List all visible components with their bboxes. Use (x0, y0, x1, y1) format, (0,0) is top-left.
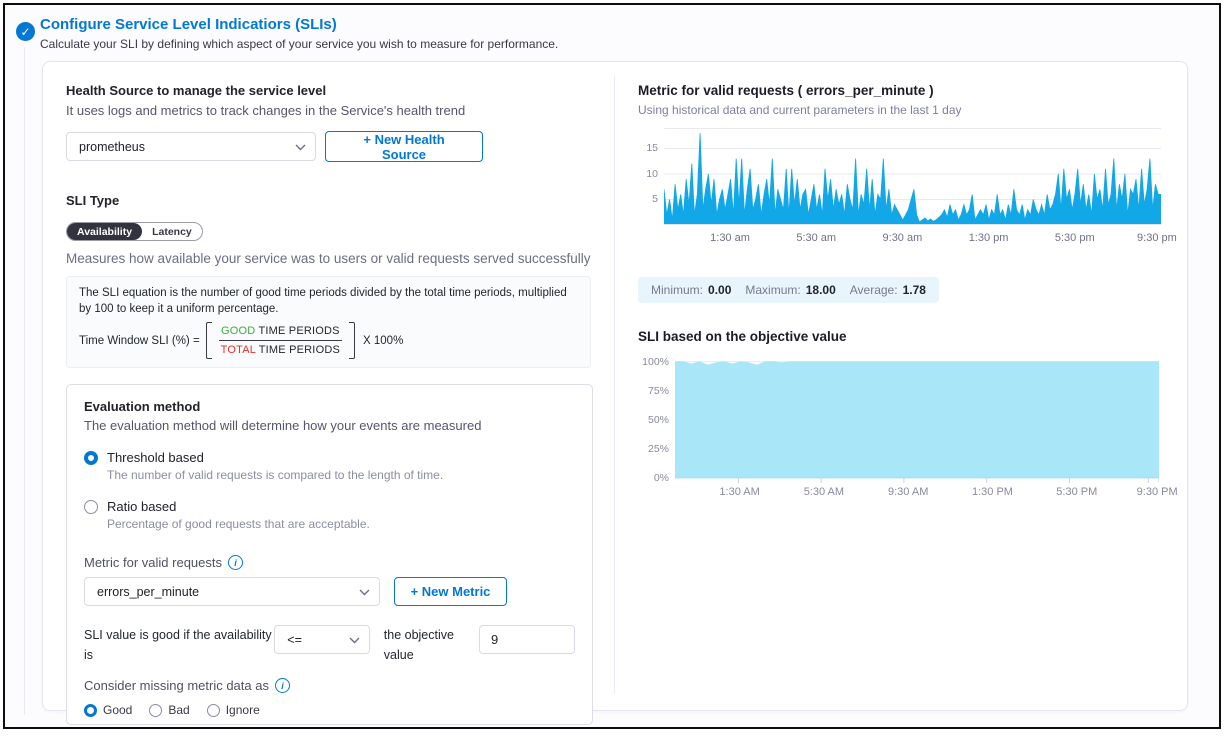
y-tick-label: 25% (648, 443, 669, 455)
metric-selected-value: errors_per_minute (97, 585, 199, 599)
step-rail-line (24, 47, 25, 715)
sli-type-heading: SLI Type (66, 193, 593, 208)
metric-chart-title: Metric for valid requests ( errors_per_m… (638, 83, 1168, 98)
maximum-label: Maximum: (745, 283, 800, 297)
metric-for-valid-requests-label: Metric for valid requests (84, 555, 222, 570)
total-time-periods-rest: TIME PERIODS (256, 344, 340, 356)
x-tick-label: 9:30 am (883, 232, 923, 244)
equation-lhs: Time Window SLI (%) = (79, 335, 200, 347)
threshold-based-radio[interactable] (84, 451, 98, 465)
x-tick-label: 9:30 pm (1137, 232, 1177, 244)
sli-equation-formula: Time Window SLI (%) = GOOD TIME PERIODS … (79, 322, 578, 359)
health-source-description: It uses logs and metrics to track change… (66, 103, 593, 118)
sli-chart-title: SLI based on the objective value (638, 329, 1168, 344)
new-metric-button[interactable]: + New Metric (394, 577, 507, 606)
evaluation-heading: Evaluation method (84, 399, 575, 414)
x-tick-label: 9:30 PM (1137, 486, 1178, 498)
metric-chart-yaxis: 5 10 15 (638, 128, 664, 260)
missing-good-label: Good (103, 703, 132, 717)
average-label: Average: (850, 283, 898, 297)
y-tick-label: 15 (646, 142, 658, 154)
window-frame: ✓ Configure Service Level Indicatiors (S… (3, 3, 1221, 729)
chevron-down-icon (359, 589, 370, 596)
stats-badge: Minimum: 0.00 Maximum: 18.00 Average: 1.… (638, 277, 939, 303)
equation-fraction: GOOD TIME PERIODS TOTAL TIME PERIODS (212, 322, 349, 359)
page-subtitle: Calculate your SLI by defining which asp… (40, 37, 558, 51)
x-tick-label: 5:30 am (796, 232, 836, 244)
objective-value-input[interactable] (479, 625, 575, 654)
sli-type-toggle: Availability Latency (66, 222, 203, 241)
info-icon[interactable]: i (228, 555, 243, 570)
minimum-value: 0.00 (708, 283, 731, 297)
ratio-based-description: Percentage of good requests that are acc… (107, 517, 575, 531)
y-tick-label: 100% (642, 356, 669, 368)
x-tick-label: 1:30 pm (969, 232, 1009, 244)
sli-config-card: Health Source to manage the service leve… (42, 61, 1188, 711)
left-column: Health Source to manage the service leve… (66, 62, 593, 725)
x-tick-label: 1:30 PM (972, 486, 1013, 498)
ratio-based-label: Ratio based (107, 499, 176, 514)
missing-ignore-label: Ignore (226, 703, 260, 717)
app-canvas: ✓ Configure Service Level Indicatiors (S… (7, 7, 1217, 725)
equation-rhs: X 100% (363, 335, 403, 347)
maximum-value: 18.00 (806, 283, 836, 297)
y-tick-label: 5 (652, 193, 658, 205)
metric-chart-plot[interactable] (664, 128, 1161, 230)
health-source-heading: Health Source to manage the service leve… (66, 83, 593, 98)
metric-select[interactable]: errors_per_minute (84, 577, 380, 606)
sli-chart-yaxis: 0% 25% 50% 75% 100% (638, 357, 675, 509)
info-icon[interactable]: i (275, 678, 290, 693)
chevron-down-icon (349, 637, 360, 644)
average-value: 1.78 (903, 283, 926, 297)
tab-latency[interactable]: Latency (142, 223, 202, 240)
evaluation-description: The evaluation method will determine how… (84, 418, 575, 433)
metric-chart: 5 10 15 1:30 am 5:30 am 9:30 am 1:30 pm 5:30 p… (638, 128, 1168, 260)
x-tick-label: 5:30 pm (1055, 232, 1095, 244)
bracket-right (349, 322, 355, 359)
sli-type-description: Measures how available your service was … (66, 251, 593, 266)
ratio-based-radio[interactable] (84, 500, 98, 514)
metric-chart-subtitle: Using historical data and current parame… (638, 103, 1168, 117)
operator-select[interactable]: <= (274, 625, 370, 654)
threshold-based-label: Threshold based (107, 450, 204, 465)
missing-good-radio[interactable] (84, 704, 97, 717)
column-divider (614, 76, 615, 694)
health-source-selected-value: prometheus (79, 140, 145, 154)
evaluation-method-card: Evaluation method The evaluation method … (66, 384, 593, 725)
new-health-source-button[interactable]: + New Health Source (325, 131, 483, 162)
minimum-label: Minimum: (651, 283, 703, 297)
total-time-periods-key: TOTAL (221, 344, 256, 356)
sli-chart-plot[interactable] (675, 357, 1159, 488)
x-tick-label: 1:30 am (710, 232, 750, 244)
y-tick-label: 0% (654, 472, 669, 484)
chevron-down-icon (295, 144, 306, 151)
x-tick-label: 5:30 AM (804, 486, 844, 498)
y-tick-label: 75% (648, 385, 669, 397)
x-tick-label: 5:30 PM (1056, 486, 1097, 498)
page-title: Configure Service Level Indicatiors (SLI… (40, 16, 337, 33)
sli-chart: 0% 25% 50% 75% 100% 1:30 AM 5:30 AM 9:30 AM 1:3… (638, 357, 1168, 509)
good-time-periods-key: GOOD (221, 325, 255, 337)
step-complete-check-icon: ✓ (16, 22, 35, 41)
missing-ignore-radio[interactable] (207, 704, 220, 717)
tab-availability[interactable]: Availability (67, 223, 142, 240)
missing-bad-label: Bad (168, 703, 189, 717)
y-tick-label: 10 (646, 168, 658, 180)
threshold-based-description: The number of valid requests is compared… (107, 468, 575, 482)
operator-selected-value: <= (287, 633, 302, 647)
sli-equation-box: The SLI equation is the number of good t… (66, 276, 591, 368)
x-tick-label: 1:30 AM (719, 486, 759, 498)
x-tick-label: 9:30 AM (888, 486, 928, 498)
missing-data-label: Consider missing metric data as (84, 678, 269, 693)
condition-prefix-label: SLI value is good if the availability is (84, 625, 274, 665)
health-source-select[interactable]: prometheus (66, 132, 316, 161)
sli-equation-intro: The SLI equation is the number of good t… (79, 286, 578, 317)
missing-bad-radio[interactable] (149, 704, 162, 717)
right-column: Metric for valid requests ( errors_per_m… (638, 62, 1168, 509)
y-tick-label: 50% (648, 414, 669, 426)
condition-suffix-label: the objective value (384, 625, 469, 665)
good-time-periods-rest: TIME PERIODS (255, 325, 339, 337)
